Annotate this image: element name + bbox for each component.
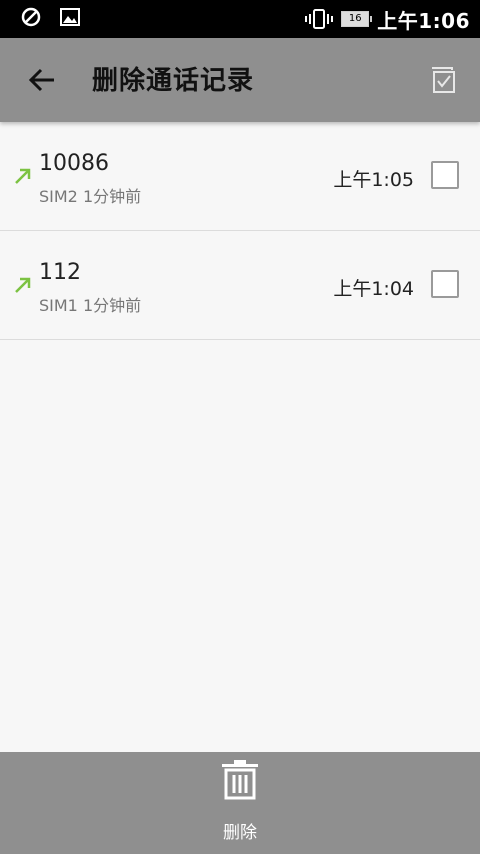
call-number: 10086 (39, 151, 109, 176)
outgoing-call-icon (15, 277, 31, 293)
call-meta: SIM2 1分钟前 (39, 187, 142, 206)
battery-icon: 16 (341, 11, 373, 27)
select-all-icon[interactable] (430, 66, 458, 94)
call-meta: SIM1 1分钟前 (39, 296, 142, 315)
call-select-checkbox[interactable] (431, 270, 459, 298)
status-time: 上午1:06 (377, 8, 470, 33)
trash-icon[interactable] (218, 758, 262, 802)
outgoing-call-icon (15, 168, 31, 184)
call-log-list: 10086 SIM2 1分钟前 上午1:05 112 SIM1 1分钟前 上午1… (0, 122, 480, 340)
call-time: 上午1:05 (333, 169, 414, 191)
vibrate-icon (305, 9, 334, 29)
call-log-row[interactable]: 10086 SIM2 1分钟前 上午1:05 (0, 122, 480, 231)
image-notification-icon (60, 8, 80, 26)
call-number: 112 (39, 260, 81, 285)
back-arrow-icon[interactable] (26, 64, 58, 96)
call-select-checkbox[interactable] (431, 161, 459, 189)
delete-button-label[interactable]: 删除 (0, 818, 480, 843)
do-not-disturb-icon (21, 7, 41, 27)
app-bar: 删除通话记录 (0, 38, 480, 122)
call-time: 上午1:04 (333, 278, 414, 300)
delete-action-bar[interactable]: 删除 (0, 752, 480, 854)
status-bar: 16 上午1:06 (0, 0, 480, 38)
call-log-row[interactable]: 112 SIM1 1分钟前 上午1:04 (0, 231, 480, 340)
page-title: 删除通话记录 (92, 66, 255, 96)
